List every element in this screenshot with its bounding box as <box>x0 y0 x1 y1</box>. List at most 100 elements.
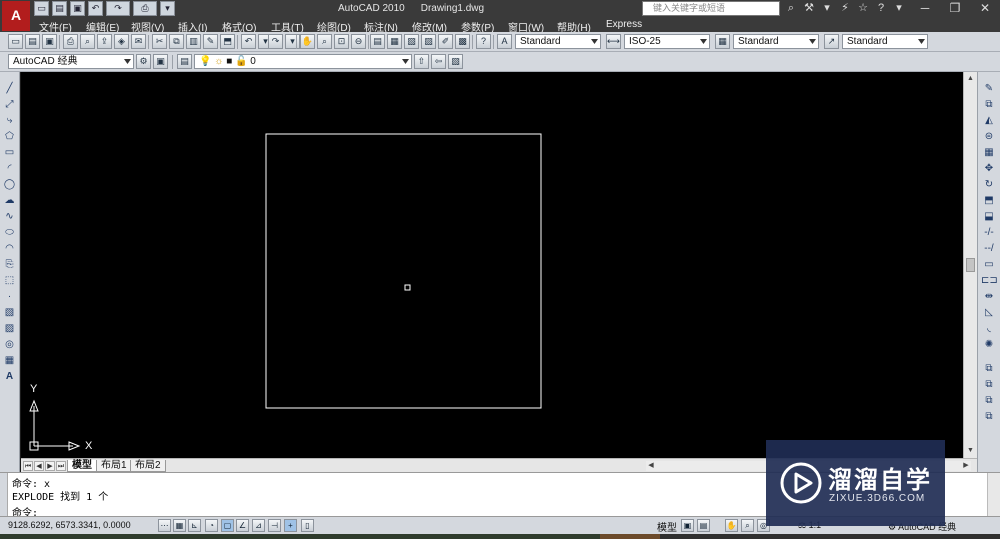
polyline-tool-icon[interactable]: ⤷ <box>2 114 17 128</box>
favorites-star-icon[interactable]: ☆ <box>856 1 870 15</box>
redo-toolbar-icon[interactable]: ↷ <box>268 34 283 49</box>
copy-tool-icon[interactable]: ⧉ <box>981 98 997 112</box>
quick-view-layouts-icon[interactable]: ▣ <box>681 519 694 532</box>
next-tab-icon[interactable]: ▶ <box>45 461 55 471</box>
table-style-select[interactable]: Standard <box>733 34 819 49</box>
break-tool-icon[interactable]: ⊏⊐ <box>981 274 998 288</box>
draworder-front-icon[interactable]: ⧉ <box>981 362 997 376</box>
workspace-select[interactable]: AutoCAD 经典 <box>8 54 134 69</box>
make-block-icon[interactable]: ⬚ <box>2 274 17 288</box>
command-scrollbar[interactable] <box>987 473 1000 517</box>
object-snap-tracking-icon[interactable]: ⊿ <box>252 519 265 532</box>
zoom-previous-icon[interactable]: ⊖ <box>351 34 366 49</box>
mirror-tool-icon[interactable]: ◭ <box>981 114 997 128</box>
command-window-grip[interactable] <box>0 473 8 517</box>
sheet-set-icon[interactable]: ▨ <box>421 34 436 49</box>
markup-icon[interactable]: ✐ <box>438 34 453 49</box>
zoom-realtime-icon[interactable]: ⌕ <box>317 34 332 49</box>
prev-tab-icon[interactable]: ◀ <box>34 461 44 471</box>
vertical-scrollbar[interactable]: ▲ ▼ <box>963 72 977 458</box>
stretch-tool-icon[interactable]: ⬓ <box>981 210 997 224</box>
layer-state-icon[interactable]: ▧ <box>448 54 463 69</box>
restore-button[interactable]: ❐ <box>940 0 970 18</box>
help-toolbar-icon[interactable]: ? <box>476 34 491 49</box>
model-space-button[interactable]: 模型 <box>657 519 677 534</box>
drawn-square[interactable] <box>265 133 542 409</box>
region-tool-icon[interactable]: ◎ <box>2 338 17 352</box>
scroll-down-icon[interactable]: ▼ <box>966 446 975 455</box>
block-editor-icon[interactable]: ⬒ <box>220 34 235 49</box>
plot-icon[interactable]: ⎙ <box>133 1 157 16</box>
paste-icon[interactable]: ▥ <box>186 34 201 49</box>
etransmit-icon[interactable]: ✉ <box>131 34 146 49</box>
text-style-icon[interactable]: A <box>497 34 512 49</box>
layer-properties-icon[interactable]: ▤ <box>177 54 192 69</box>
save-toolbar-icon[interactable]: ▣ <box>42 34 57 49</box>
draworder-back-icon[interactable]: ⧉ <box>981 378 997 392</box>
tools-dropdown-icon[interactable]: ▾ <box>820 1 834 15</box>
polygon-tool-icon[interactable]: ⬠ <box>2 130 17 144</box>
object-snap-icon[interactable]: ▢ <box>221 519 234 532</box>
workspace-settings-icon[interactable]: ⚙ <box>136 54 151 69</box>
redo-icon[interactable]: ↷ <box>106 1 130 16</box>
table-style-icon[interactable]: ▦ <box>715 34 730 49</box>
construction-line-icon[interactable]: ⤢ <box>2 98 17 112</box>
pan-icon[interactable]: ✋ <box>300 34 315 49</box>
help-dropdown-icon[interactable]: ▾ <box>892 1 906 15</box>
quickcalc-icon[interactable]: ▩ <box>455 34 470 49</box>
make-current-layer-icon[interactable]: ⇧ <box>414 54 429 69</box>
binoculars-icon[interactable]: ⌕ <box>784 1 798 15</box>
first-tab-icon[interactable]: ⏮ <box>23 461 33 471</box>
last-tab-icon[interactable]: ⏭ <box>56 461 66 471</box>
properties-icon[interactable]: ▤ <box>370 34 385 49</box>
dynamic-ucs-icon[interactable]: ⊣ <box>268 519 281 532</box>
scroll-left-icon[interactable]: ◀ <box>646 461 656 471</box>
application-menu-button[interactable]: A <box>2 1 30 31</box>
snap-mode-icon[interactable]: ⋯ <box>158 519 171 532</box>
draworder-above-icon[interactable]: ⧉ <box>981 394 997 408</box>
undo-toolbar-icon[interactable]: ↶ <box>241 34 256 49</box>
lineweight-icon[interactable]: ▯ <box>301 519 314 532</box>
help-icon[interactable]: ? <box>874 1 888 15</box>
offset-tool-icon[interactable]: ⊜ <box>981 130 997 144</box>
match-properties-icon[interactable]: ✎ <box>203 34 218 49</box>
circle-tool-icon[interactable]: ◯ <box>2 178 17 192</box>
close-button[interactable]: ✕ <box>970 0 1000 18</box>
publish-icon[interactable]: ⇪ <box>97 34 112 49</box>
rectangle-tool-icon[interactable]: ▭ <box>2 146 17 160</box>
drawing-canvas[interactable]: Y X <box>21 72 963 458</box>
gradient-tool-icon[interactable]: ▨ <box>2 322 17 336</box>
communication-center-icon[interactable]: ⚡ <box>838 1 852 15</box>
tab-model[interactable]: 模型 <box>67 460 97 472</box>
draworder-under-icon[interactable]: ⧉ <box>981 410 997 424</box>
undo-icon[interactable]: ↶ <box>88 1 103 16</box>
design-center-icon[interactable]: ▦ <box>387 34 402 49</box>
open-file-icon[interactable]: ▤ <box>52 1 67 16</box>
hatch-tool-icon[interactable]: ▧ <box>2 306 17 320</box>
ellipse-tool-icon[interactable]: ⬭ <box>2 226 17 240</box>
zoom-window-icon[interactable]: ⊡ <box>334 34 349 49</box>
plot-preview-icon[interactable]: ⌕ <box>80 34 95 49</box>
revision-cloud-icon[interactable]: ☁ <box>2 194 17 208</box>
line-tool-icon[interactable]: ╱ <box>2 82 17 96</box>
trim-tool-icon[interactable]: -/- <box>981 226 997 240</box>
redo-dropdown-icon[interactable]: ▾ <box>285 34 300 49</box>
chamfer-tool-icon[interactable]: ◺ <box>981 306 997 320</box>
qat-dropdown-icon[interactable]: ▾ <box>160 1 175 16</box>
3d-dwf-icon[interactable]: ◈ <box>114 34 129 49</box>
grid-display-icon[interactable]: ▦ <box>173 519 186 532</box>
layer-previous-icon[interactable]: ⇦ <box>431 54 446 69</box>
text-style-select[interactable]: Standard <box>515 34 601 49</box>
infocenter-search-input[interactable]: 键入关键字或短语 <box>642 1 780 16</box>
new-file-icon[interactable]: ▭ <box>34 1 49 16</box>
coordinates-readout[interactable]: 9128.6292, 6573.3341, 0.0000 <box>8 520 131 530</box>
zoom-status-icon[interactable]: ⌕ <box>741 519 754 532</box>
scroll-up-icon[interactable]: ▲ <box>966 74 975 83</box>
menu-express[interactable]: Express <box>606 19 642 30</box>
pan-status-icon[interactable]: ✋ <box>725 519 738 532</box>
point-tool-icon[interactable]: · <box>2 290 17 304</box>
scale-tool-icon[interactable]: ⬒ <box>981 194 997 208</box>
explode-tool-icon[interactable]: ✺ <box>981 338 997 352</box>
table-tool-icon[interactable]: ▦ <box>2 354 17 368</box>
insert-block-icon[interactable]: ⎘ <box>2 258 17 272</box>
